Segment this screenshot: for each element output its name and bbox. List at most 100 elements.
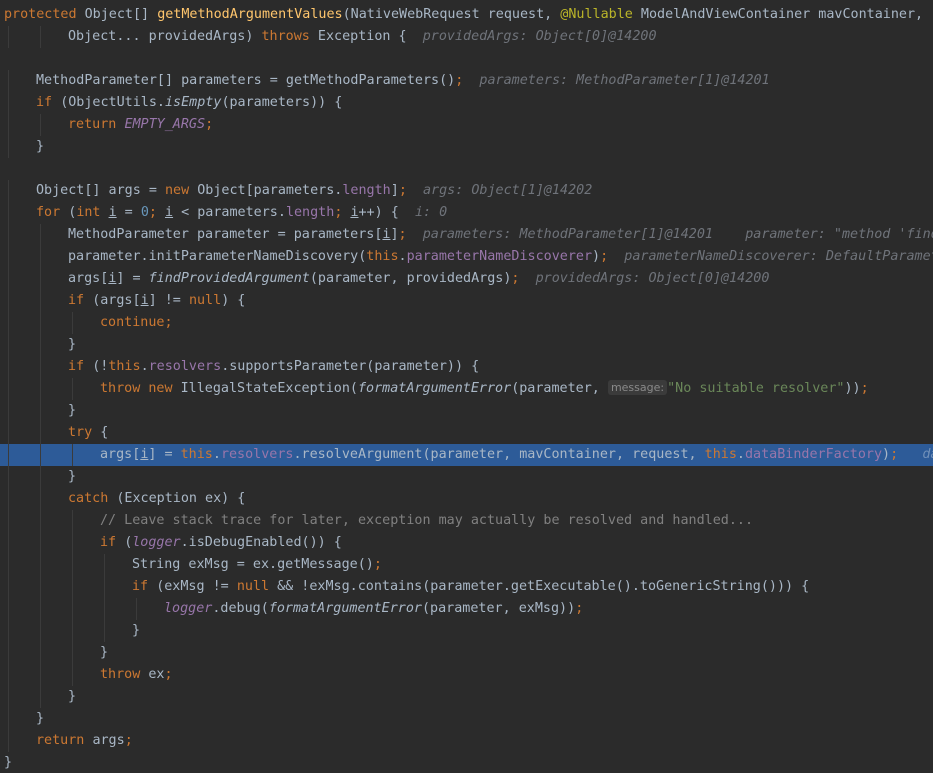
- code-content: for (int i = 0; i < parameters.length; i…: [36, 202, 447, 224]
- current-execution-line[interactable]: args[i] = this.resolvers.resolveArgument…: [0, 444, 933, 466]
- keyword-token: continue;: [100, 315, 173, 330]
- code-text: ] =: [116, 271, 149, 286]
- static-call: findProvidedArgument: [148, 271, 310, 286]
- code-line[interactable]: return args;: [0, 730, 933, 752]
- code-line[interactable]: [0, 158, 933, 180]
- code-line[interactable]: if (logger.isDebugEnabled()) {: [0, 532, 933, 554]
- field-token: dataBinderFactory: [744, 447, 883, 462]
- code-line[interactable]: for (int i = 0; i < parameters.length; i…: [0, 202, 933, 224]
- keyword-token: throw: [100, 667, 149, 682]
- indent-guide: [8, 400, 9, 422]
- code-line[interactable]: if (args[i] != null) {: [0, 290, 933, 312]
- keyword-token: this: [704, 447, 737, 462]
- code-text: }: [68, 337, 77, 352]
- indent-guide: [8, 708, 9, 730]
- code-line[interactable]: logger.debug(formatArgumentError(paramet…: [0, 598, 933, 620]
- indent-guide: [40, 576, 41, 598]
- code-line[interactable]: [0, 48, 933, 70]
- code-text: (exMsg !=: [156, 579, 237, 594]
- indent-guide: [8, 642, 9, 664]
- indent-guide: [40, 620, 41, 642]
- code-line[interactable]: try {: [0, 422, 933, 444]
- indent-guide: [8, 532, 9, 554]
- code-text: ]: [390, 183, 399, 198]
- code-content: catch (Exception ex) {: [68, 488, 245, 510]
- indent-guide: [8, 26, 9, 48]
- code-content: }: [68, 334, 76, 356]
- keyword-token: ;: [164, 667, 173, 682]
- indent-guide: [8, 114, 9, 136]
- code-line[interactable]: Object[] args = new Object[parameters.le…: [0, 180, 933, 202]
- indent-guide: [72, 378, 73, 400]
- code-line[interactable]: MethodParameter parameter = parameters[i…: [0, 224, 933, 246]
- indent-guide: [40, 532, 41, 554]
- indent-guide: [72, 532, 73, 554]
- indent-guide: [8, 356, 9, 378]
- code-line[interactable]: if (!this.resolvers.supportsParameter(pa…: [0, 356, 933, 378]
- code-text: }: [36, 711, 45, 726]
- code-line[interactable]: continue;: [0, 312, 933, 334]
- code-content: }: [4, 752, 12, 773]
- field-token: length: [342, 183, 391, 198]
- code-line[interactable]: if (ObjectUtils.isEmpty(parameters)) {: [0, 92, 933, 114]
- code-content: return EMPTY_ARGS;: [68, 114, 213, 136]
- code-content: if (args[i] != null) {: [68, 290, 245, 312]
- code-line[interactable]: throw ex;: [0, 664, 933, 686]
- code-line[interactable]: }: [0, 400, 933, 422]
- code-text: (ObjectUtils.: [60, 95, 165, 110]
- code-line[interactable]: }: [0, 686, 933, 708]
- code-line[interactable]: throw new IllegalStateException(formatAr…: [0, 378, 933, 400]
- code-line[interactable]: parameter.initParameterNameDiscovery(thi…: [0, 246, 933, 268]
- code-line[interactable]: protected Object[] getMethodArgumentValu…: [0, 4, 933, 26]
- indent-guide: [40, 598, 41, 620]
- indent-guide: [8, 92, 9, 114]
- code-line[interactable]: MethodParameter[] parameters = getMethod…: [0, 70, 933, 92]
- code-text: .resolveArgument(parameter, mavContainer…: [293, 447, 705, 462]
- inline-debug-value: providedArgs: Object[0]@14200: [519, 271, 770, 286]
- keyword-token: catch: [68, 491, 117, 506]
- code-text: .: [212, 447, 221, 462]
- keyword-token: ;: [373, 557, 382, 572]
- code-content: args[i] = findProvidedArgument(parameter…: [68, 268, 769, 290]
- code-text: )): [844, 381, 861, 396]
- constant-token: logger: [164, 601, 213, 616]
- code-content: }: [36, 708, 44, 730]
- code-line[interactable]: Object... providedArgs) throws Exception…: [0, 26, 933, 48]
- code-content: parameter.initParameterNameDiscovery(thi…: [68, 246, 933, 268]
- code-editor[interactable]: protected Object[] getMethodArgumentValu…: [0, 0, 933, 773]
- code-text: ) {: [221, 293, 246, 308]
- indent-guide: [40, 444, 41, 466]
- code-line[interactable]: if (exMsg != null && !exMsg.contains(par…: [0, 576, 933, 598]
- keyword-token: ;: [398, 227, 407, 242]
- code-content: }: [68, 466, 76, 488]
- code-text: && !exMsg.contains(parameter.getExecutab…: [277, 579, 810, 594]
- indent-guide: [8, 466, 9, 488]
- code-line[interactable]: }: [0, 334, 933, 356]
- indent-guide: [72, 598, 73, 620]
- code-text: Object[] args =: [36, 183, 165, 198]
- code-line[interactable]: catch (Exception ex) {: [0, 488, 933, 510]
- code-line[interactable]: }: [0, 642, 933, 664]
- indent-guide: [8, 554, 9, 576]
- keyword-token: ;: [148, 205, 165, 220]
- code-text: String exMsg = ex.getMessage(): [132, 557, 374, 572]
- code-line[interactable]: }: [0, 708, 933, 730]
- code-line[interactable]: // Leave stack trace for later, exceptio…: [0, 510, 933, 532]
- indent-guide: [104, 620, 105, 642]
- code-text: .isDebugEnabled()) {: [180, 535, 342, 550]
- code-text: args[: [68, 271, 109, 286]
- keyword-token: ;: [600, 249, 609, 264]
- code-line[interactable]: }: [0, 752, 933, 773]
- indent-guide: [40, 378, 41, 400]
- code-line[interactable]: args[i] = findProvidedArgument(parameter…: [0, 268, 933, 290]
- indent-guide: [8, 180, 9, 202]
- code-line[interactable]: }: [0, 620, 933, 642]
- code-content: MethodParameter[] parameters = getMethod…: [36, 70, 770, 92]
- code-line[interactable]: }: [0, 136, 933, 158]
- code-text: args[: [100, 447, 141, 462]
- code-line[interactable]: String exMsg = ex.getMessage();: [0, 554, 933, 576]
- code-line[interactable]: return EMPTY_ARGS;: [0, 114, 933, 136]
- indent-guide: [8, 334, 9, 356]
- code-line[interactable]: }: [0, 466, 933, 488]
- keyword-token: new: [165, 183, 198, 198]
